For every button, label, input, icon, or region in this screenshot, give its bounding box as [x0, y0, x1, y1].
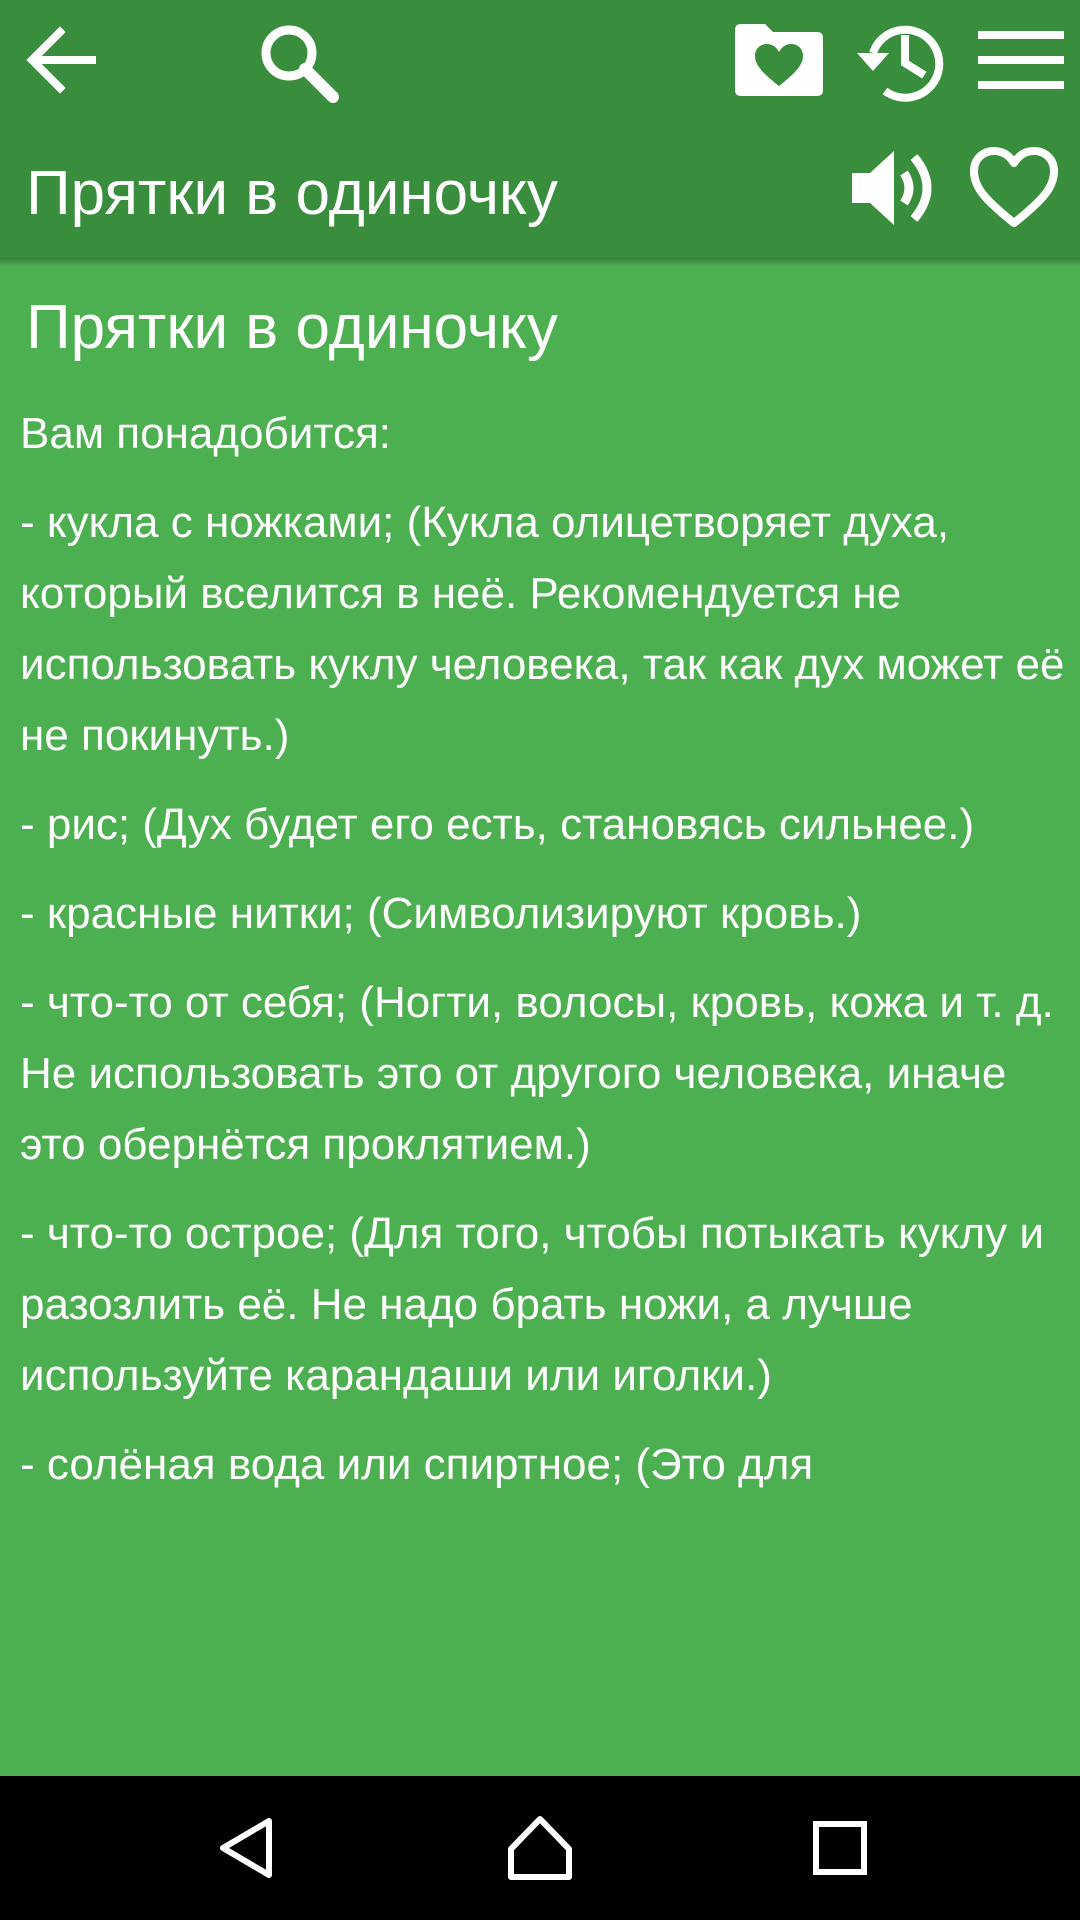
back-button[interactable]: [14, 14, 106, 106]
menu-button[interactable]: [974, 14, 1068, 106]
arrow-left-icon: [26, 26, 96, 94]
nav-recents-square-icon: [813, 1821, 867, 1875]
article-body: Вам понадобится: - кукла с ножками; (Кук…: [20, 398, 1070, 1518]
favorite-button[interactable]: [964, 140, 1064, 236]
article-paragraph: - красные нитки; (Символизируют кровь.): [20, 889, 862, 938]
toolbar-shadow: [0, 258, 1080, 266]
history-button[interactable]: [848, 10, 950, 112]
folder-heart-icon: [735, 24, 823, 96]
article-title: Прятки в одиночку: [26, 293, 558, 362]
speaker-icon: [852, 151, 932, 225]
screen: Прятки в одиночку Прятки в одиночку Вам …: [0, 0, 1080, 1920]
article-paragraph: Вам понадобится:: [20, 409, 391, 458]
search-icon: [261, 25, 339, 103]
article-paragraph: - кукла с ножками; (Кукла олицетворяет д…: [20, 498, 1065, 760]
article-paragraph: - что-то от себя; (Ногти, волосы, кровь,…: [20, 978, 1054, 1169]
app-toolbar: Прятки в одиночку: [0, 0, 1080, 258]
hamburger-menu-icon: [978, 31, 1064, 89]
favorites-folder-button[interactable]: [728, 14, 830, 106]
article-paragraph: - солёная вода или спиртное; (Это для: [20, 1440, 814, 1489]
article-paragraph: - рис; (Дух будет его есть, становясь си…: [20, 800, 975, 849]
toolbar-title: Прятки в одиночку: [26, 159, 558, 228]
search-button[interactable]: [250, 14, 346, 110]
nav-home-icon: [508, 1816, 572, 1880]
nav-home-button[interactable]: [494, 1800, 586, 1896]
speak-button[interactable]: [846, 140, 946, 236]
article-content[interactable]: Прятки в одиночку Вам понадобится: - кук…: [0, 258, 1080, 1776]
nav-recents-button[interactable]: [794, 1800, 886, 1896]
article-paragraph: - что-то острое; (Для того, чтобы потыка…: [20, 1209, 1044, 1400]
history-icon: [857, 25, 944, 102]
system-navigation-bar: [0, 1776, 1080, 1920]
heart-outline-icon: [970, 147, 1058, 227]
nav-back-button[interactable]: [200, 1800, 290, 1896]
nav-back-triangle-icon: [220, 1818, 272, 1878]
